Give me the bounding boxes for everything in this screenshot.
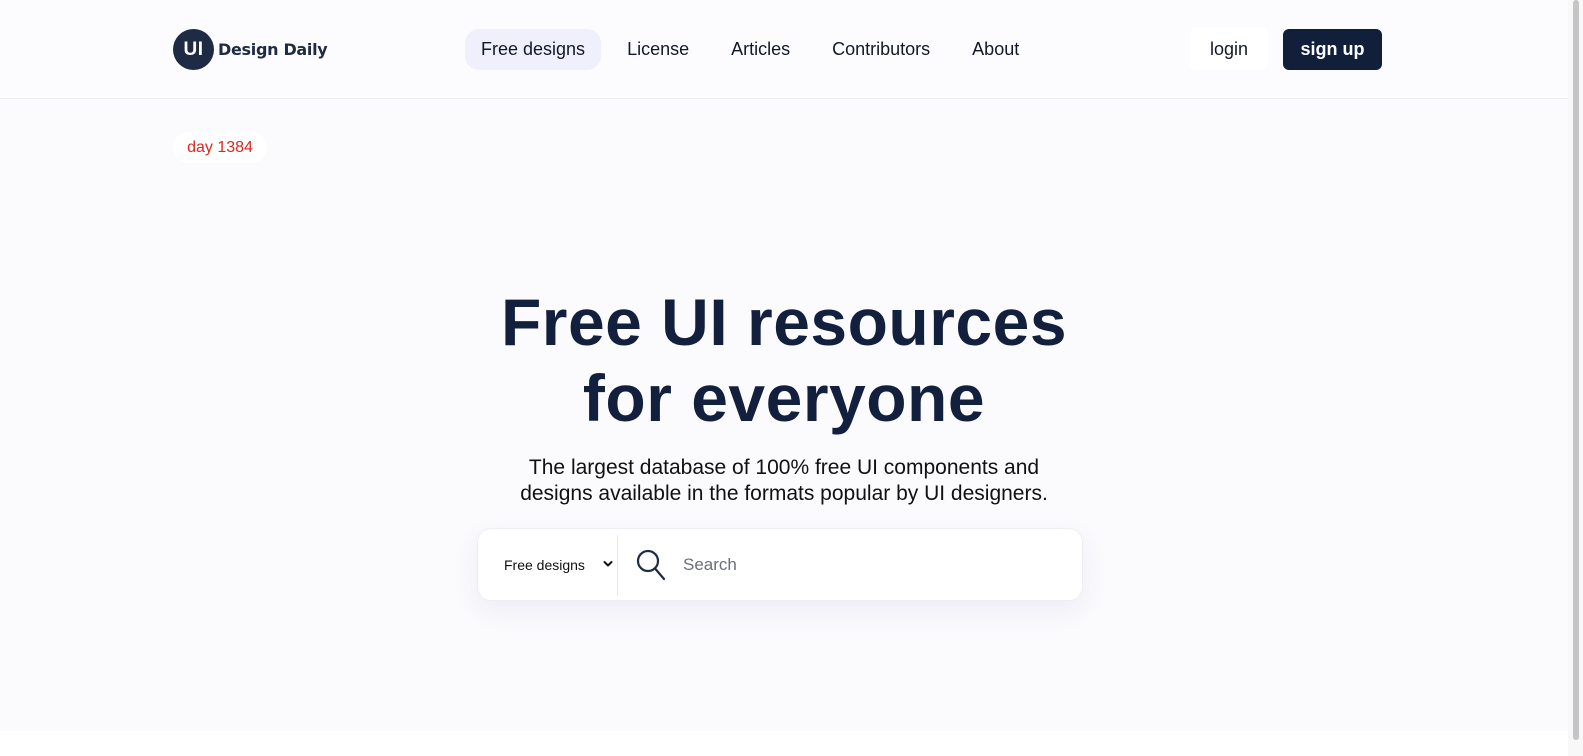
- site-header: UI Design Daily Free designs License Art…: [0, 0, 1568, 99]
- search-icon[interactable]: [636, 549, 666, 581]
- category-select[interactable]: Free designs: [504, 529, 585, 600]
- nav-item-about[interactable]: About: [956, 29, 1035, 70]
- main-nav: Free designs License Articles Contributo…: [465, 29, 1045, 70]
- hero-title: Free UI resources for everyone: [0, 284, 1568, 436]
- section-divider: [0, 731, 1568, 756]
- nav-item-free-designs[interactable]: Free designs: [465, 29, 602, 70]
- hero-subtitle-line-2: designs available in the formats popular…: [520, 482, 1048, 505]
- hero-subtitle-line-1: The largest database of 100% free UI com…: [528, 456, 1040, 479]
- chevron-down-icon[interactable]: [603, 560, 613, 568]
- logo-text: Design Daily: [218, 40, 328, 59]
- login-button[interactable]: login: [1190, 28, 1268, 70]
- signup-button[interactable]: sign up: [1283, 29, 1382, 70]
- hero-title-line-1: Free UI resources: [500, 285, 1068, 359]
- day-counter-badge: day 1384: [173, 132, 267, 163]
- search-divider: [617, 535, 618, 596]
- hero-subtitle: The largest database of 100% free UI com…: [0, 455, 1568, 507]
- scrollbar-thumb[interactable]: [1573, 0, 1579, 740]
- hero-title-line-2: for everyone: [582, 361, 986, 435]
- logo-badge: UI: [173, 29, 214, 70]
- nav-item-contributors[interactable]: Contributors: [816, 29, 946, 70]
- logo[interactable]: UI Design Daily: [173, 29, 328, 70]
- nav-item-articles[interactable]: Articles: [715, 29, 806, 70]
- category-select-value: Free designs: [504, 556, 585, 573]
- search-input[interactable]: [683, 547, 1063, 583]
- search-bar: Free designs: [477, 528, 1083, 601]
- nav-item-license[interactable]: License: [611, 29, 705, 70]
